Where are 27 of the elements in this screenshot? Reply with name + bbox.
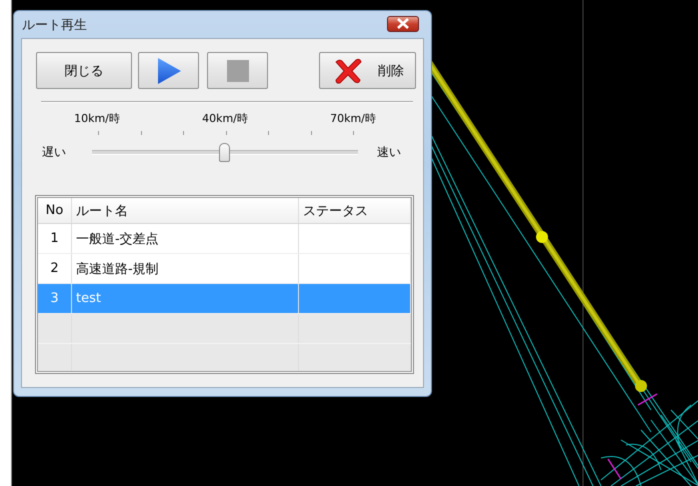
- table-cell: 3: [38, 284, 72, 313]
- column-header[interactable]: ルート名: [72, 198, 299, 223]
- tick-label: 70km/時: [329, 110, 377, 126]
- table-cell: 高速道路-規制: [72, 254, 299, 283]
- tick-label: 10km/時: [73, 110, 121, 126]
- delete-x-icon: [334, 58, 362, 84]
- stop-button[interactable]: [207, 52, 268, 89]
- slow-label: 遅い: [42, 144, 67, 160]
- slider-thumb[interactable]: [219, 142, 230, 162]
- table-cell: 1: [38, 224, 72, 253]
- column-header[interactable]: ステータス: [299, 198, 411, 223]
- table-cell: 一般道-交差点: [72, 224, 299, 253]
- delete-button[interactable]: 削除: [319, 52, 416, 89]
- window-title: ルート再生: [22, 16, 88, 34]
- play-icon: [156, 56, 182, 84]
- close-button[interactable]: 閉じる: [36, 52, 132, 89]
- table-cell: 2: [38, 254, 72, 283]
- table-cell: test: [72, 284, 299, 313]
- play-button[interactable]: [138, 52, 199, 89]
- column-header[interactable]: No: [38, 198, 72, 223]
- fast-label: 速い: [377, 144, 402, 160]
- tick-label: 40km/時: [201, 110, 249, 126]
- stop-icon: [226, 60, 248, 82]
- close-icon: [396, 18, 410, 29]
- table-row[interactable]: 2 高速道路-規制: [38, 254, 411, 284]
- table-row[interactable]: 1 一般道-交差点: [38, 224, 411, 254]
- close-window-button[interactable]: [387, 16, 419, 32]
